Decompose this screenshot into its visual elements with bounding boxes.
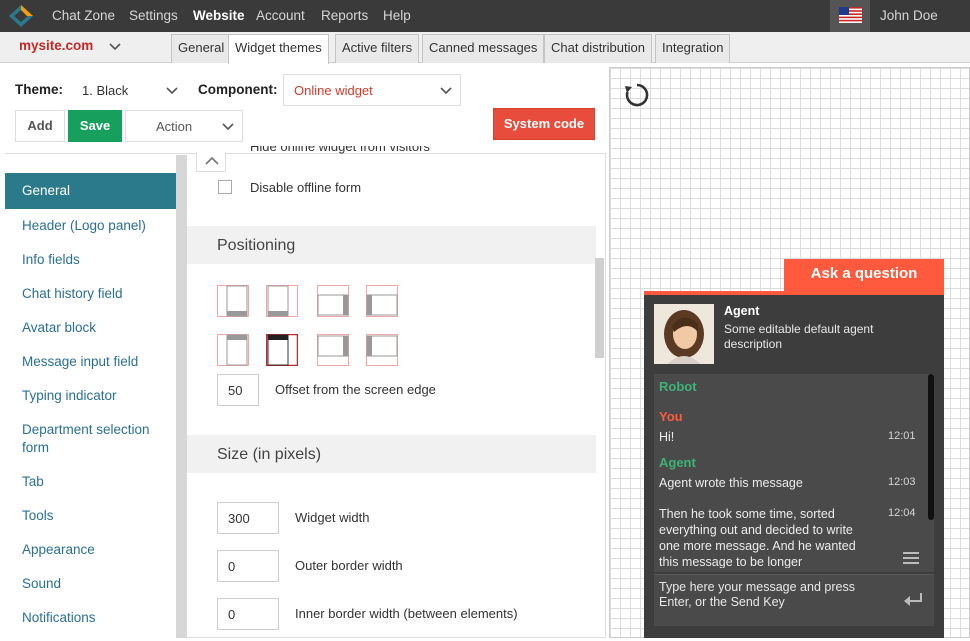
agent-description: Some editable default agent description bbox=[724, 322, 874, 351]
msg-sender-agent: Agent bbox=[659, 455, 696, 470]
action-select[interactable]: Action bbox=[125, 110, 243, 142]
position-right-top-icon[interactable] bbox=[366, 285, 398, 317]
disable-offline-label: Disable offline form bbox=[250, 180, 362, 195]
position-right-bottom-icon[interactable] bbox=[366, 334, 398, 366]
nav-reports[interactable]: Reports bbox=[321, 0, 368, 32]
collapse-button[interactable] bbox=[196, 152, 226, 172]
sidebar-item-sound[interactable]: Sound bbox=[5, 575, 178, 593]
site-selector[interactable]: mysite.com bbox=[19, 38, 93, 53]
position-left-top-icon[interactable] bbox=[317, 285, 349, 317]
agent-name: Agent bbox=[724, 304, 760, 318]
sidebar-item-department-form[interactable]: Department selection form bbox=[5, 421, 165, 457]
send-icon[interactable] bbox=[903, 592, 923, 606]
sidebar-item-appearance[interactable]: Appearance bbox=[5, 541, 178, 559]
sidebar-item-general[interactable]: General bbox=[5, 173, 178, 209]
refresh-icon[interactable] bbox=[623, 81, 651, 109]
widget-width-value: 300 bbox=[228, 511, 250, 526]
msg-text: Hi! bbox=[659, 430, 675, 444]
agent-avatar bbox=[654, 304, 714, 364]
size-title: Size (in pixels) bbox=[217, 446, 322, 463]
tab-general[interactable]: General bbox=[171, 34, 232, 63]
disable-offline-checkbox[interactable] bbox=[218, 180, 232, 194]
position-top-right-icon[interactable] bbox=[266, 285, 298, 317]
inner-border-input[interactable]: 0 bbox=[217, 598, 279, 630]
offset-label: Offset from the screen edge bbox=[275, 382, 436, 397]
add-button[interactable]: Add bbox=[15, 110, 65, 142]
ask-question-tab[interactable]: Ask a question bbox=[784, 259, 944, 291]
tab-integration[interactable]: Integration bbox=[655, 34, 731, 63]
widget-accent-line bbox=[644, 291, 944, 295]
inner-border-label: Inner border width (between elements) bbox=[295, 606, 518, 621]
system-code-button[interactable]: System code bbox=[493, 108, 595, 140]
widget-width-input[interactable]: 300 bbox=[217, 502, 279, 534]
sidebar-item-message-input[interactable]: Message input field bbox=[5, 353, 178, 371]
inner-border-value: 0 bbox=[228, 607, 236, 622]
nav-account[interactable]: Account bbox=[256, 0, 305, 32]
chevron-down-icon bbox=[166, 87, 178, 95]
component-label: Component: bbox=[198, 82, 278, 97]
sidebar-item-tools[interactable]: Tools bbox=[5, 507, 178, 525]
theme-value: 1. Black bbox=[82, 83, 129, 98]
msg-text: Agent wrote this message bbox=[659, 476, 803, 490]
outer-border-input[interactable]: 0 bbox=[217, 550, 279, 582]
msg-time: 12:01 bbox=[888, 430, 916, 442]
outer-border-label: Outer border width bbox=[295, 558, 403, 573]
sidebar-item-tab[interactable]: Tab bbox=[5, 473, 178, 491]
chevron-down-icon bbox=[222, 123, 234, 131]
position-bottom-right-icon[interactable] bbox=[266, 334, 298, 366]
position-top-left-icon[interactable] bbox=[217, 285, 249, 317]
msg-time: 12:04 bbox=[888, 507, 916, 519]
chevron-down-icon bbox=[440, 87, 452, 95]
action-label: Action bbox=[156, 119, 193, 134]
avatar-image bbox=[654, 304, 714, 364]
nav-settings[interactable]: Settings bbox=[129, 0, 178, 32]
position-left-bottom-icon[interactable] bbox=[317, 334, 349, 366]
positioning-title: Positioning bbox=[217, 237, 296, 254]
msg-text: Then he took some time, sorted everythin… bbox=[659, 507, 856, 568]
sidebar-item-header[interactable]: Header (Logo panel) bbox=[5, 217, 178, 235]
tab-chat-distribution[interactable]: Chat distribution bbox=[544, 34, 652, 63]
component-value: Online widget bbox=[294, 83, 373, 98]
chevron-up-icon bbox=[205, 156, 219, 165]
hide-online-label: Hide online widget from visitors bbox=[250, 146, 430, 154]
logo-icon[interactable] bbox=[8, 4, 34, 28]
save-button[interactable]: Save bbox=[68, 110, 122, 142]
offset-input[interactable]: 50 bbox=[217, 374, 259, 406]
chevron-down-icon[interactable] bbox=[109, 42, 121, 52]
nav-chat-zone[interactable]: Chat Zone bbox=[52, 0, 115, 32]
component-select[interactable]: Online widget bbox=[283, 74, 461, 106]
theme-label: Theme: bbox=[15, 82, 64, 97]
sidebar-item-chat-history[interactable]: Chat history field bbox=[5, 285, 178, 303]
chat-input-placeholder: Type here your message and press Enter, … bbox=[659, 580, 855, 609]
sidebar-item-info-fields[interactable]: Info fields bbox=[5, 251, 178, 269]
outer-border-value: 0 bbox=[228, 559, 236, 574]
us-flag-icon bbox=[839, 7, 862, 23]
sidebar-item-typing-indicator[interactable]: Typing indicator bbox=[5, 387, 178, 405]
offset-value: 50 bbox=[228, 383, 243, 398]
msg-sender-robot: Robot bbox=[659, 379, 697, 394]
sidebar-item-notifications[interactable]: Notifications bbox=[5, 609, 178, 627]
nav-website[interactable]: Website bbox=[193, 0, 245, 32]
settings-scrollbar[interactable] bbox=[595, 258, 604, 358]
msg-sender-you: You bbox=[659, 409, 683, 424]
widget-width-label: Widget width bbox=[295, 510, 370, 525]
msg-time: 12:03 bbox=[888, 476, 916, 488]
theme-select[interactable]: 1. Black bbox=[71, 74, 186, 106]
tab-active-filters[interactable]: Active filters bbox=[335, 34, 420, 63]
sidebar-scrollbar[interactable] bbox=[176, 155, 187, 638]
tab-canned-messages[interactable]: Canned messages bbox=[422, 34, 545, 63]
menu-icon[interactable] bbox=[903, 551, 919, 565]
nav-help[interactable]: Help bbox=[383, 0, 411, 32]
tab-widget-themes[interactable]: Widget themes bbox=[228, 34, 329, 64]
sidebar-item-avatar-block[interactable]: Avatar block bbox=[5, 319, 178, 337]
chat-scrollbar[interactable] bbox=[928, 374, 934, 520]
position-bottom-left-icon[interactable] bbox=[217, 334, 249, 366]
user-name[interactable]: John Doe bbox=[880, 0, 938, 31]
